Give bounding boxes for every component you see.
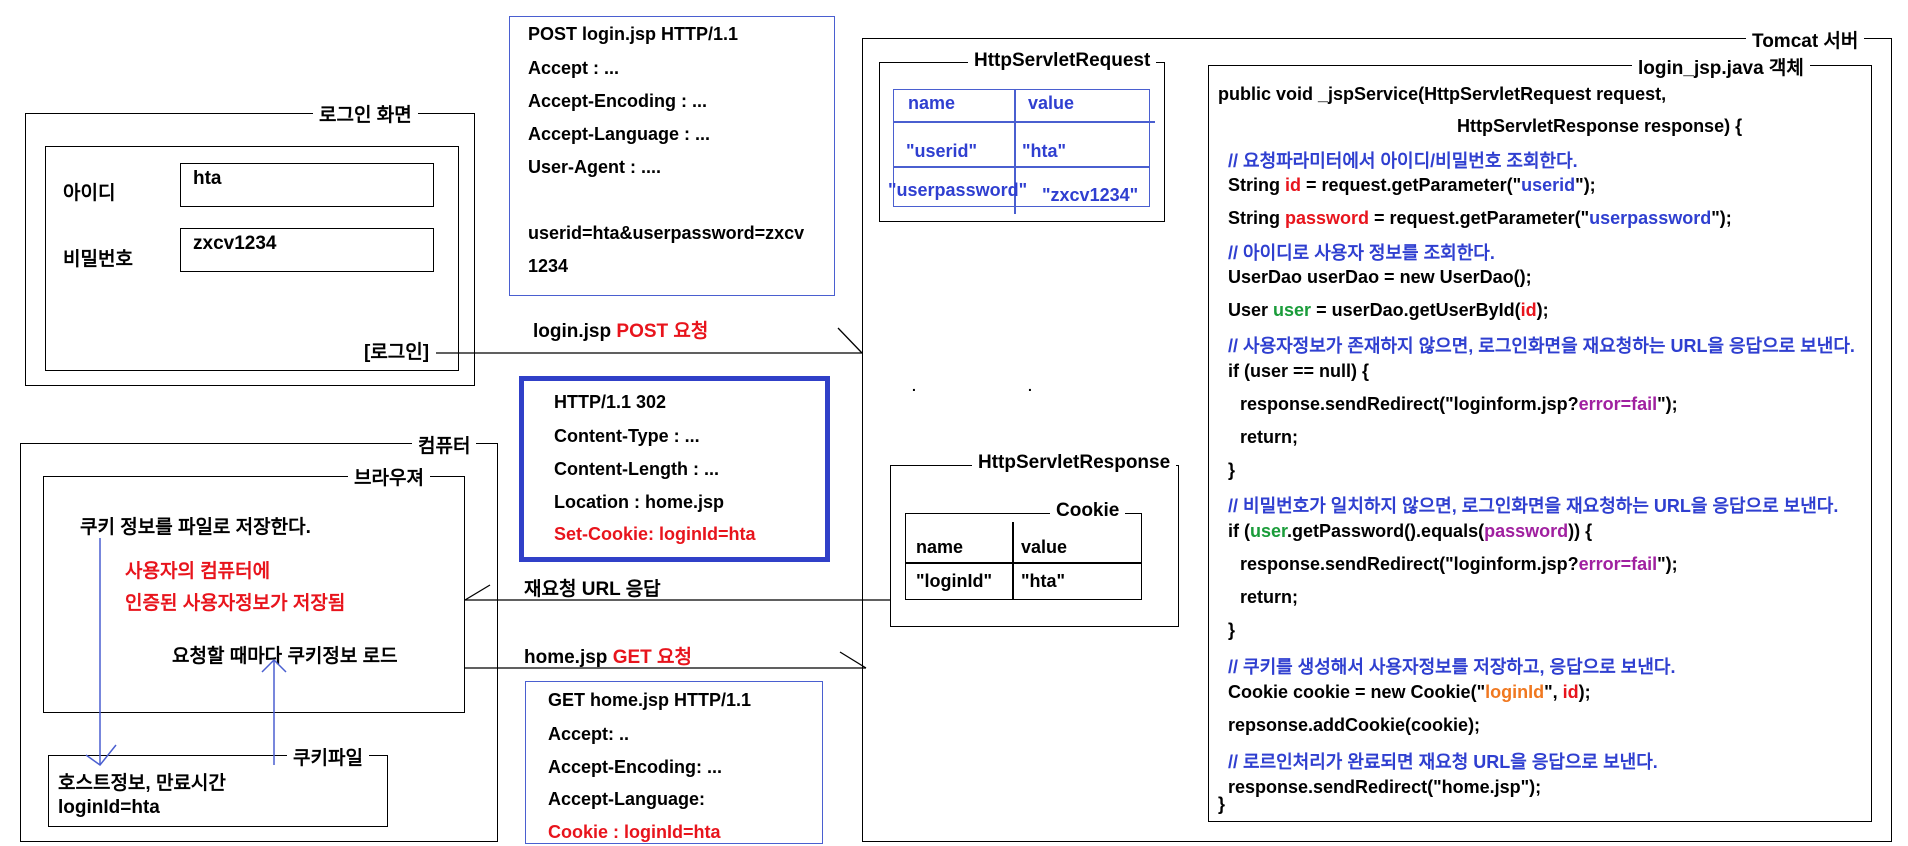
code-redirect-2: response.sendRedirect("loginform.jsp?err…: [1240, 554, 1678, 574]
code-comment-3: // 사용자정보가 존재하지 않으면, 로그인화면을 재요청하는 URL을 응답…: [1228, 336, 1855, 356]
code-get-password: String password = request.getParameter("…: [1228, 208, 1732, 228]
request-row-1-name: "userid": [906, 141, 978, 161]
request-table-header-divider: [893, 121, 1155, 123]
cookie-header-name: name: [916, 537, 964, 557]
code-return-1: return;: [1240, 427, 1298, 447]
request-row-2-value: "zxcv1234": [1042, 185, 1139, 205]
code-return-2: return;: [1240, 587, 1298, 607]
code-get-id: String id = request.getParameter("userid…: [1228, 175, 1596, 195]
code-userdao: UserDao userDao = new UserDao();: [1228, 267, 1532, 287]
request-row-1-value: "hta": [1022, 141, 1067, 161]
jsp-java-title: login_jsp.java 객체: [1632, 53, 1810, 80]
code-close-1: }: [1228, 460, 1236, 480]
cookie-table-title: Cookie: [1050, 500, 1126, 522]
code-comment-1: // 요청파라미터에서 아이디/비밀번호 조회한다.: [1228, 151, 1578, 171]
code-new-cookie: Cookie cookie = new Cookie("loginId", id…: [1228, 682, 1591, 702]
request-row-2-name: "userpassword": [888, 180, 1028, 200]
dot-2: .: [1028, 378, 1032, 394]
code-signature-1: public void _jspService(HttpServletReque…: [1218, 84, 1667, 104]
code-get-user: User user = userDao.getUserById(id);: [1228, 300, 1549, 320]
code-comment-2: // 아이디로 사용자 정보를 조회한다.: [1228, 243, 1495, 263]
get-line-1: GET home.jsp HTTP/1.1: [548, 690, 752, 710]
code-redirect-1: response.sendRedirect("loginform.jsp?err…: [1240, 394, 1678, 414]
code-close-method: }: [1218, 794, 1226, 814]
code-add-cookie: repsonse.addCookie(cookie);: [1228, 715, 1481, 735]
get-line-2: Accept: ..: [548, 724, 630, 744]
code-signature-2: HttpServletResponse response) {: [1457, 116, 1743, 136]
get-line-3: Accept-Encoding: ...: [548, 757, 723, 777]
http-request-title: HttpServletRequest: [968, 50, 1157, 72]
cookie-table-row-divider: [905, 562, 1142, 564]
code-comment-5: // 쿠키를 생성해서 사용자정보를 저장하고, 응답으로 보낸다.: [1228, 657, 1676, 677]
code-redirect-home: response.sendRedirect("home.jsp");: [1228, 777, 1542, 797]
tomcat-title: Tomcat 서버: [1746, 26, 1865, 53]
cookie-header-value: value: [1021, 537, 1068, 557]
code-if-password: if (user.getPassword().equals(password))…: [1228, 521, 1593, 541]
cookie-table-col-divider: [1012, 522, 1014, 600]
code-if-null: if (user == null) {: [1228, 361, 1370, 381]
request-header-name: name: [908, 93, 956, 113]
get-cookie-line: Cookie : loginId=hta: [548, 822, 721, 842]
request-header-value: value: [1028, 93, 1075, 113]
get-line-4: Accept-Language:: [548, 789, 706, 809]
request-table-row-divider: [893, 166, 1150, 168]
code-comment-4: // 비밀번호가 일치하지 않으면, 로그인화면을 재요청하는 URL을 응답으…: [1228, 496, 1839, 516]
cookie-row-1-name: "loginId": [916, 571, 993, 591]
code-close-2: }: [1228, 620, 1236, 640]
cookie-row-1-value: "hta": [1021, 571, 1066, 591]
dot-1: .: [912, 378, 916, 394]
code-comment-6: // 로르인처리가 완료되면 재요청 URL을 응답으로 보낸다.: [1228, 752, 1658, 772]
http-response-title: HttpServletResponse: [972, 452, 1177, 474]
